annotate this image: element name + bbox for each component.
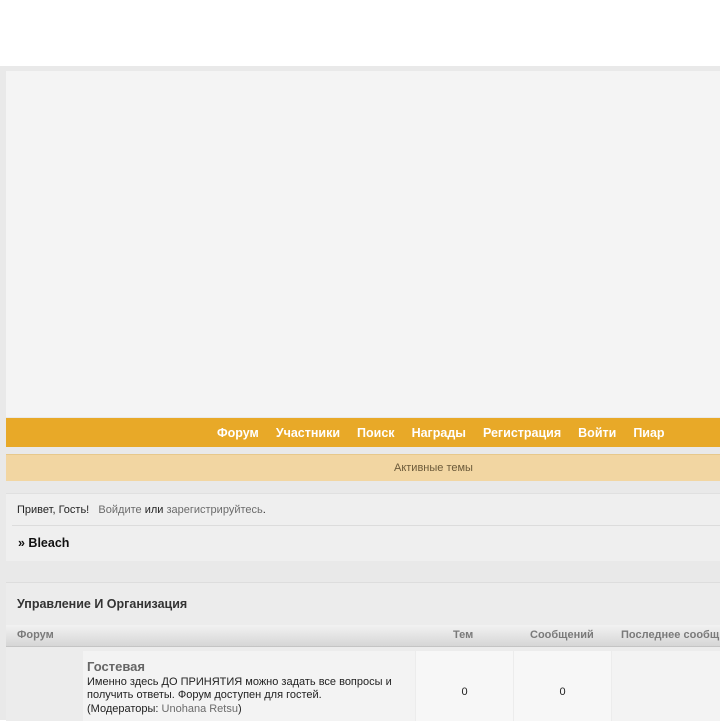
topics-count: 0 (461, 686, 468, 698)
forum-posts-cell: 0 (514, 651, 611, 721)
login-link[interactable]: Войдите (98, 504, 141, 516)
forum-table-header: Форум Тем Сообщений Последнее сообщ (6, 625, 720, 647)
forum-info-cell: Гостевая Именно здесь ДО ПРИНЯТИЯ можно … (83, 651, 415, 721)
forum-description: Именно здесь ДО ПРИНЯТИЯ можно задать вс… (87, 676, 392, 701)
column-topics: Тем (453, 629, 474, 641)
nav-forum[interactable]: Форум (217, 426, 259, 440)
welcome-panel: Привет, Гость! Войдите или зарегистрируй… (6, 493, 720, 561)
header-banner (6, 71, 720, 417)
moderator-link[interactable]: Unohana Retsu (162, 703, 238, 715)
posts-count: 0 (559, 686, 566, 698)
breadcrumb[interactable]: » Bleach (18, 536, 69, 550)
forum-last-post-cell (612, 651, 720, 721)
forum-status-icon (6, 651, 83, 721)
column-forum: Форум (17, 629, 54, 641)
forum-category: Управление И Организация Форум Тем Сообщ… (6, 582, 720, 721)
welcome-message: Привет, Гость! Войдите или зарегистрируй… (17, 504, 266, 516)
nav-awards[interactable]: Награды (412, 426, 466, 440)
or-text: или (144, 504, 164, 516)
greeting-text: Привет, Гость! (17, 504, 90, 516)
moderators-suffix: ) (237, 703, 242, 715)
forum-name-link[interactable]: Гостевая (87, 659, 145, 674)
column-last-post: Последнее сообщ (621, 629, 720, 641)
period-text: . (262, 504, 266, 516)
forum-moderators: (Модераторы: Unohana Retsu) (87, 703, 242, 715)
nav-login[interactable]: Войти (578, 426, 616, 440)
column-posts: Сообщений (530, 629, 594, 641)
divider (12, 525, 720, 526)
nav-search[interactable]: Поиск (357, 426, 395, 440)
nav-members[interactable]: Участники (276, 426, 340, 440)
nav-pr[interactable]: Пиар (633, 426, 664, 440)
forum-topics-cell: 0 (416, 651, 513, 721)
forum-row: Гостевая Именно здесь ДО ПРИНЯТИЯ можно … (6, 651, 720, 721)
active-topics-bar: Активные темы (6, 454, 720, 481)
active-topics-link[interactable]: Активные темы (394, 462, 473, 474)
moderators-prefix: (Модераторы: (87, 703, 162, 715)
main-navigation: Форум Участники Поиск Награды Регистраци… (6, 418, 720, 447)
nav-register[interactable]: Регистрация (483, 426, 561, 440)
category-title[interactable]: Управление И Организация (17, 597, 187, 611)
register-link[interactable]: зарегистрируйтесь (166, 504, 262, 516)
